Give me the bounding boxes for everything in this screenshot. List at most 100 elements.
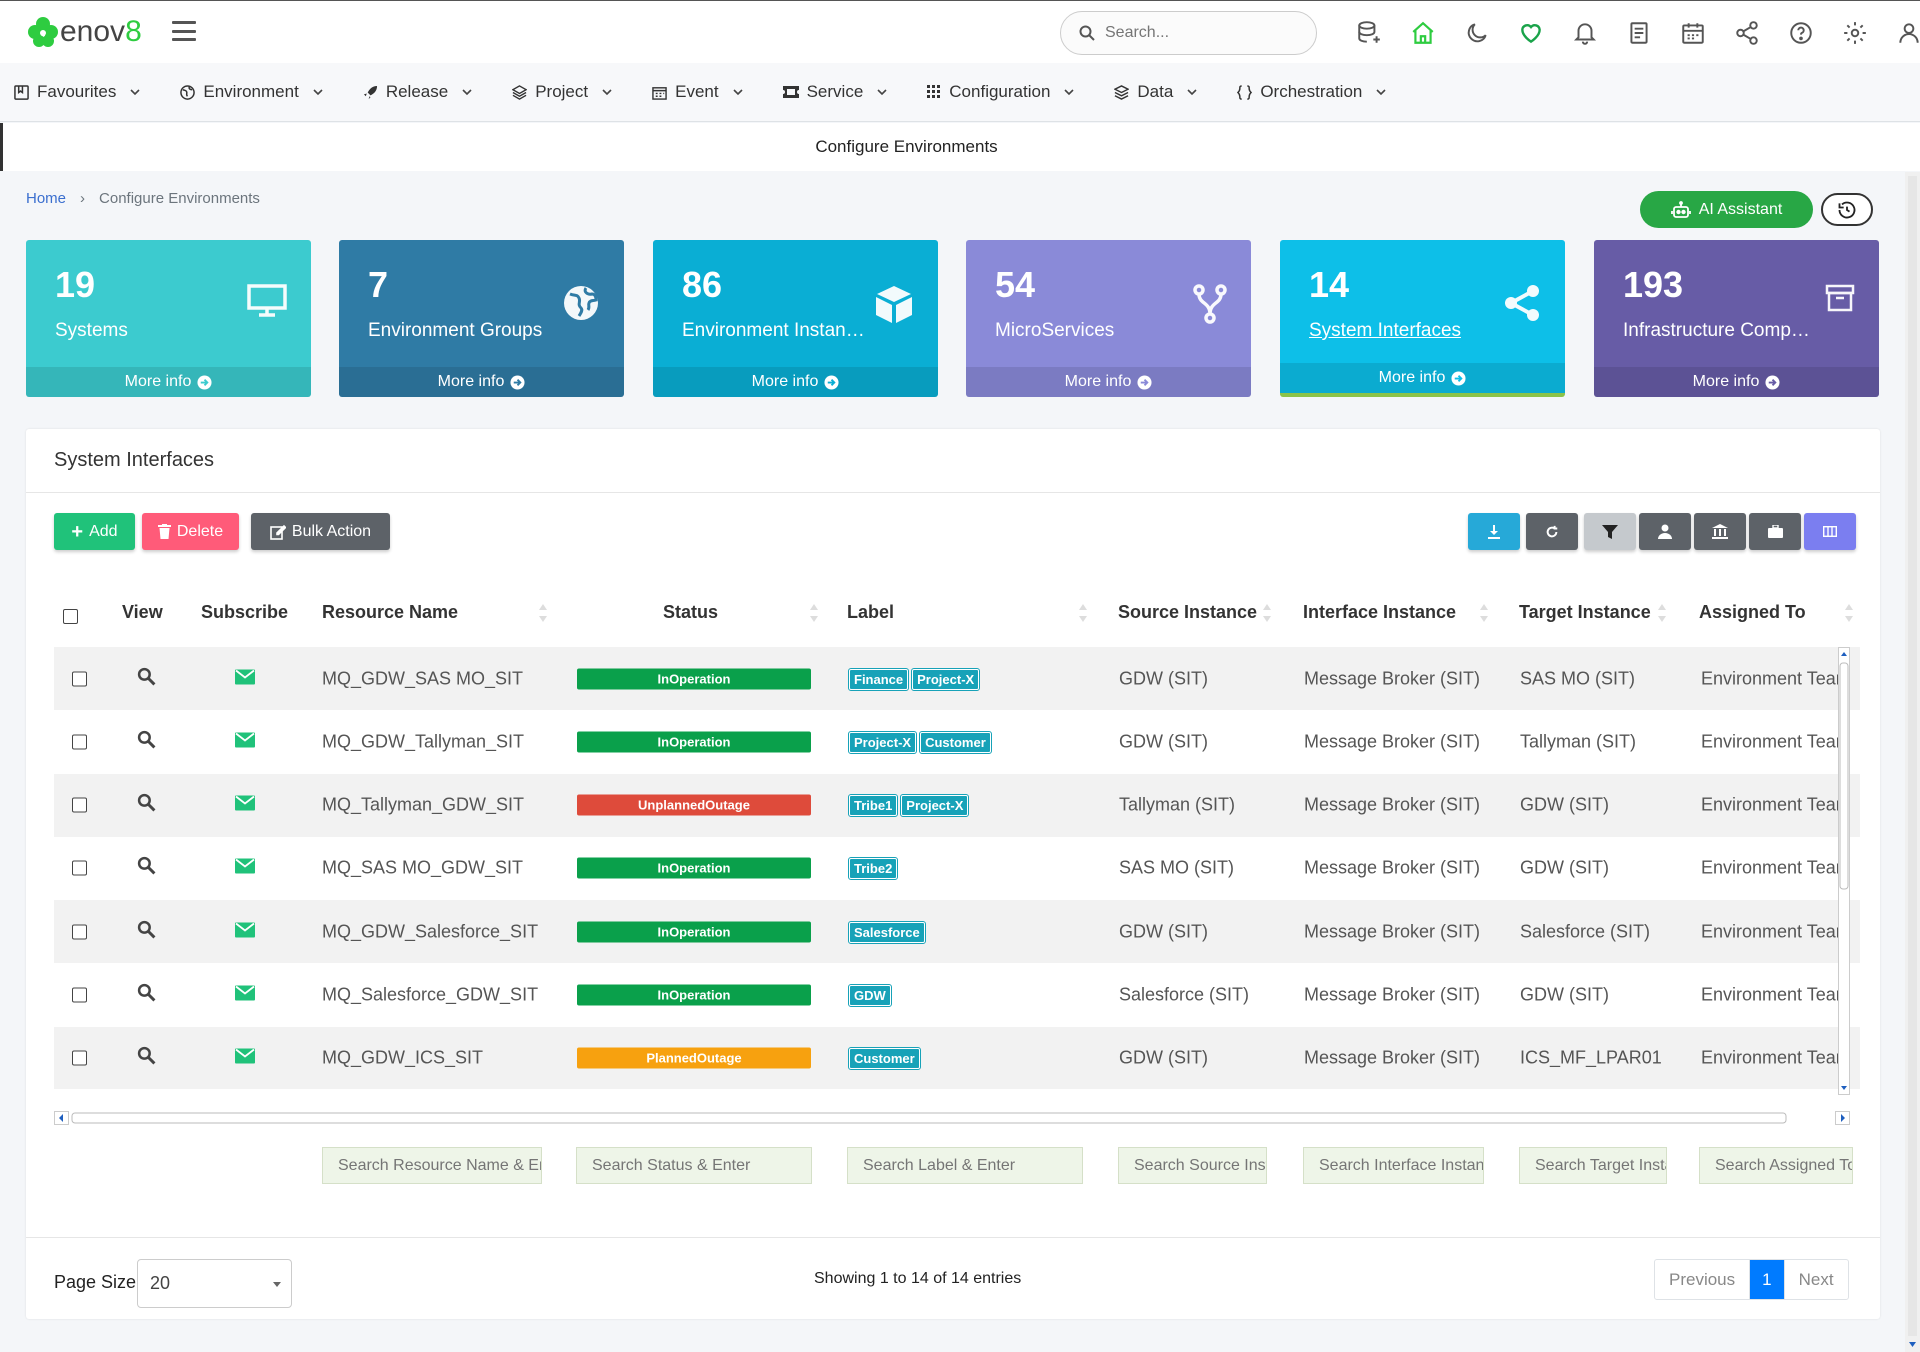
card-more-info-link[interactable]: More info (653, 367, 938, 397)
institution-button[interactable] (1694, 513, 1746, 550)
database-add-icon[interactable] (1342, 17, 1396, 49)
envelope-icon[interactable] (235, 795, 255, 816)
previous-page-button[interactable]: Previous (1655, 1260, 1751, 1299)
user-icon[interactable] (1882, 17, 1920, 49)
card-microservices[interactable]: 54 MicroServices More info (966, 240, 1251, 397)
heart-icon[interactable] (1504, 17, 1558, 49)
filter-source-instance[interactable] (1118, 1147, 1267, 1184)
card-environment-instances[interactable]: 86 Environment Instances More info (653, 240, 938, 397)
envelope-icon[interactable] (235, 921, 255, 942)
envelope-icon[interactable] (235, 858, 255, 879)
filter-label[interactable] (847, 1147, 1083, 1184)
sort-icon[interactable] (1078, 602, 1088, 624)
logo[interactable]: enov8 (26, 15, 142, 49)
moon-icon[interactable] (1450, 17, 1504, 49)
view-search-icon[interactable] (137, 793, 156, 817)
row-checkbox[interactable] (72, 924, 87, 940)
filter-interface-instance[interactable] (1303, 1147, 1484, 1184)
filter-resource-name[interactable] (322, 1147, 542, 1184)
envelope-icon[interactable] (235, 1048, 255, 1069)
filter-status[interactable] (576, 1147, 812, 1184)
card-more-info-link[interactable]: More info (966, 367, 1251, 397)
card-more-info-link[interactable]: More info (1280, 363, 1565, 393)
gear-icon[interactable] (1828, 17, 1882, 49)
menu-event[interactable]: Event (652, 82, 743, 102)
card-system-interfaces[interactable]: 14 System Interfaces More info (1280, 240, 1565, 397)
column-status[interactable]: Status (663, 602, 718, 623)
home-icon[interactable] (1396, 17, 1450, 49)
row-checkbox[interactable] (72, 734, 87, 750)
ai-assistant-button[interactable]: AI Assistant (1640, 191, 1813, 228)
menu-release[interactable]: Release (363, 82, 472, 102)
row-checkbox[interactable] (72, 987, 87, 1003)
bulk-action-button[interactable]: Bulk Action (251, 513, 390, 550)
row-checkbox[interactable] (72, 671, 87, 686)
breadcrumb-home[interactable]: Home (26, 190, 66, 207)
column-interface-instance[interactable]: Interface Instance (1303, 602, 1456, 623)
card-label[interactable]: System Interfaces (1309, 320, 1461, 342)
card-environment-groups[interactable]: 7 Environment Groups More info (339, 240, 624, 397)
envelope-icon[interactable] (235, 668, 255, 689)
menu-project[interactable]: Project (512, 82, 612, 102)
help-icon[interactable] (1774, 17, 1828, 49)
sort-icon[interactable] (1657, 602, 1667, 624)
sort-icon[interactable] (538, 602, 548, 624)
envelope-icon[interactable] (235, 731, 255, 752)
menu-environment[interactable]: Environment (180, 82, 323, 102)
columns-button[interactable] (1804, 513, 1856, 550)
card-more-info-link[interactable]: More info (1594, 367, 1879, 397)
select-all-checkbox[interactable] (63, 609, 78, 624)
column-assigned-to[interactable]: Assigned To (1699, 602, 1806, 623)
table-row[interactable]: MQ_Tallyman_GDW_SIT UnplannedOutage Tribe1… (54, 773, 1860, 837)
card-systems[interactable]: 19 Systems More info (26, 240, 311, 397)
column-source-instance[interactable]: Source Instance (1118, 602, 1257, 623)
row-checkbox[interactable] (72, 860, 87, 876)
table-horizontal-scrollbar[interactable] (54, 1111, 1850, 1125)
card-infrastructure-components[interactable]: 193 Infrastructure Components More info (1594, 240, 1879, 397)
delete-button[interactable]: Delete (142, 513, 239, 550)
hamburger-menu-icon[interactable] (172, 21, 196, 41)
filter-target-instance[interactable] (1519, 1147, 1667, 1184)
document-icon[interactable] (1612, 17, 1666, 49)
page-vertical-scrollbar[interactable] (1905, 172, 1920, 1352)
sort-icon[interactable] (1844, 602, 1854, 624)
menu-favourites[interactable]: Favourites (14, 82, 140, 102)
card-more-info-link[interactable]: More info (26, 367, 311, 397)
row-checkbox[interactable] (72, 1050, 87, 1066)
view-search-icon[interactable] (137, 730, 156, 754)
menu-data[interactable]: Data (1114, 82, 1197, 102)
global-search[interactable] (1060, 11, 1317, 55)
envelope-icon[interactable] (235, 985, 255, 1006)
table-row[interactable]: MQ_GDW_Salesforce_SIT InOperation Salesfor… (54, 900, 1860, 964)
refresh-button[interactable] (1526, 513, 1578, 550)
view-search-icon[interactable] (137, 1046, 156, 1070)
sort-icon[interactable] (1262, 602, 1272, 624)
next-page-button[interactable]: Next (1785, 1260, 1848, 1299)
user-filter-button[interactable] (1639, 513, 1691, 550)
sort-icon[interactable] (1479, 602, 1489, 624)
view-search-icon[interactable] (137, 920, 156, 944)
filter-button[interactable] (1584, 513, 1636, 550)
filter-assigned-to[interactable] (1699, 1147, 1853, 1184)
row-checkbox[interactable] (72, 797, 87, 813)
menu-service[interactable]: Service (782, 82, 888, 102)
table-row[interactable]: MQ_SAS MO_GDW_SIT InOperation Tribe2 SAS MO… (54, 837, 1860, 900)
view-search-icon[interactable] (137, 667, 156, 691)
view-search-icon[interactable] (137, 983, 156, 1007)
briefcase-button[interactable] (1749, 513, 1801, 550)
share-icon[interactable] (1720, 17, 1774, 49)
view-search-icon[interactable] (137, 856, 156, 880)
table-row[interactable]: MQ_GDW_Tallyman_SIT InOperation Project-X C… (54, 710, 1860, 773)
history-button[interactable] (1821, 193, 1873, 226)
table-row[interactable]: MQ_GDW_SAS MO_SIT InOperation Finance Proje… (54, 647, 1860, 710)
table-row[interactable]: MQ_Salesforce_GDW_SIT InOperation GDW Sales… (54, 964, 1860, 1027)
menu-configuration[interactable]: Configuration (927, 82, 1074, 102)
table-vertical-scrollbar[interactable] (1838, 647, 1850, 1095)
column-label[interactable]: Label (847, 602, 894, 623)
sort-icon[interactable] (809, 602, 819, 624)
calendar-icon[interactable] (1666, 17, 1720, 49)
download-button[interactable] (1468, 513, 1520, 550)
column-resource-name[interactable]: Resource Name (322, 602, 458, 623)
page-size-select[interactable]: 20 (137, 1259, 292, 1308)
menu-orchestration[interactable]: Orchestration (1237, 82, 1386, 102)
